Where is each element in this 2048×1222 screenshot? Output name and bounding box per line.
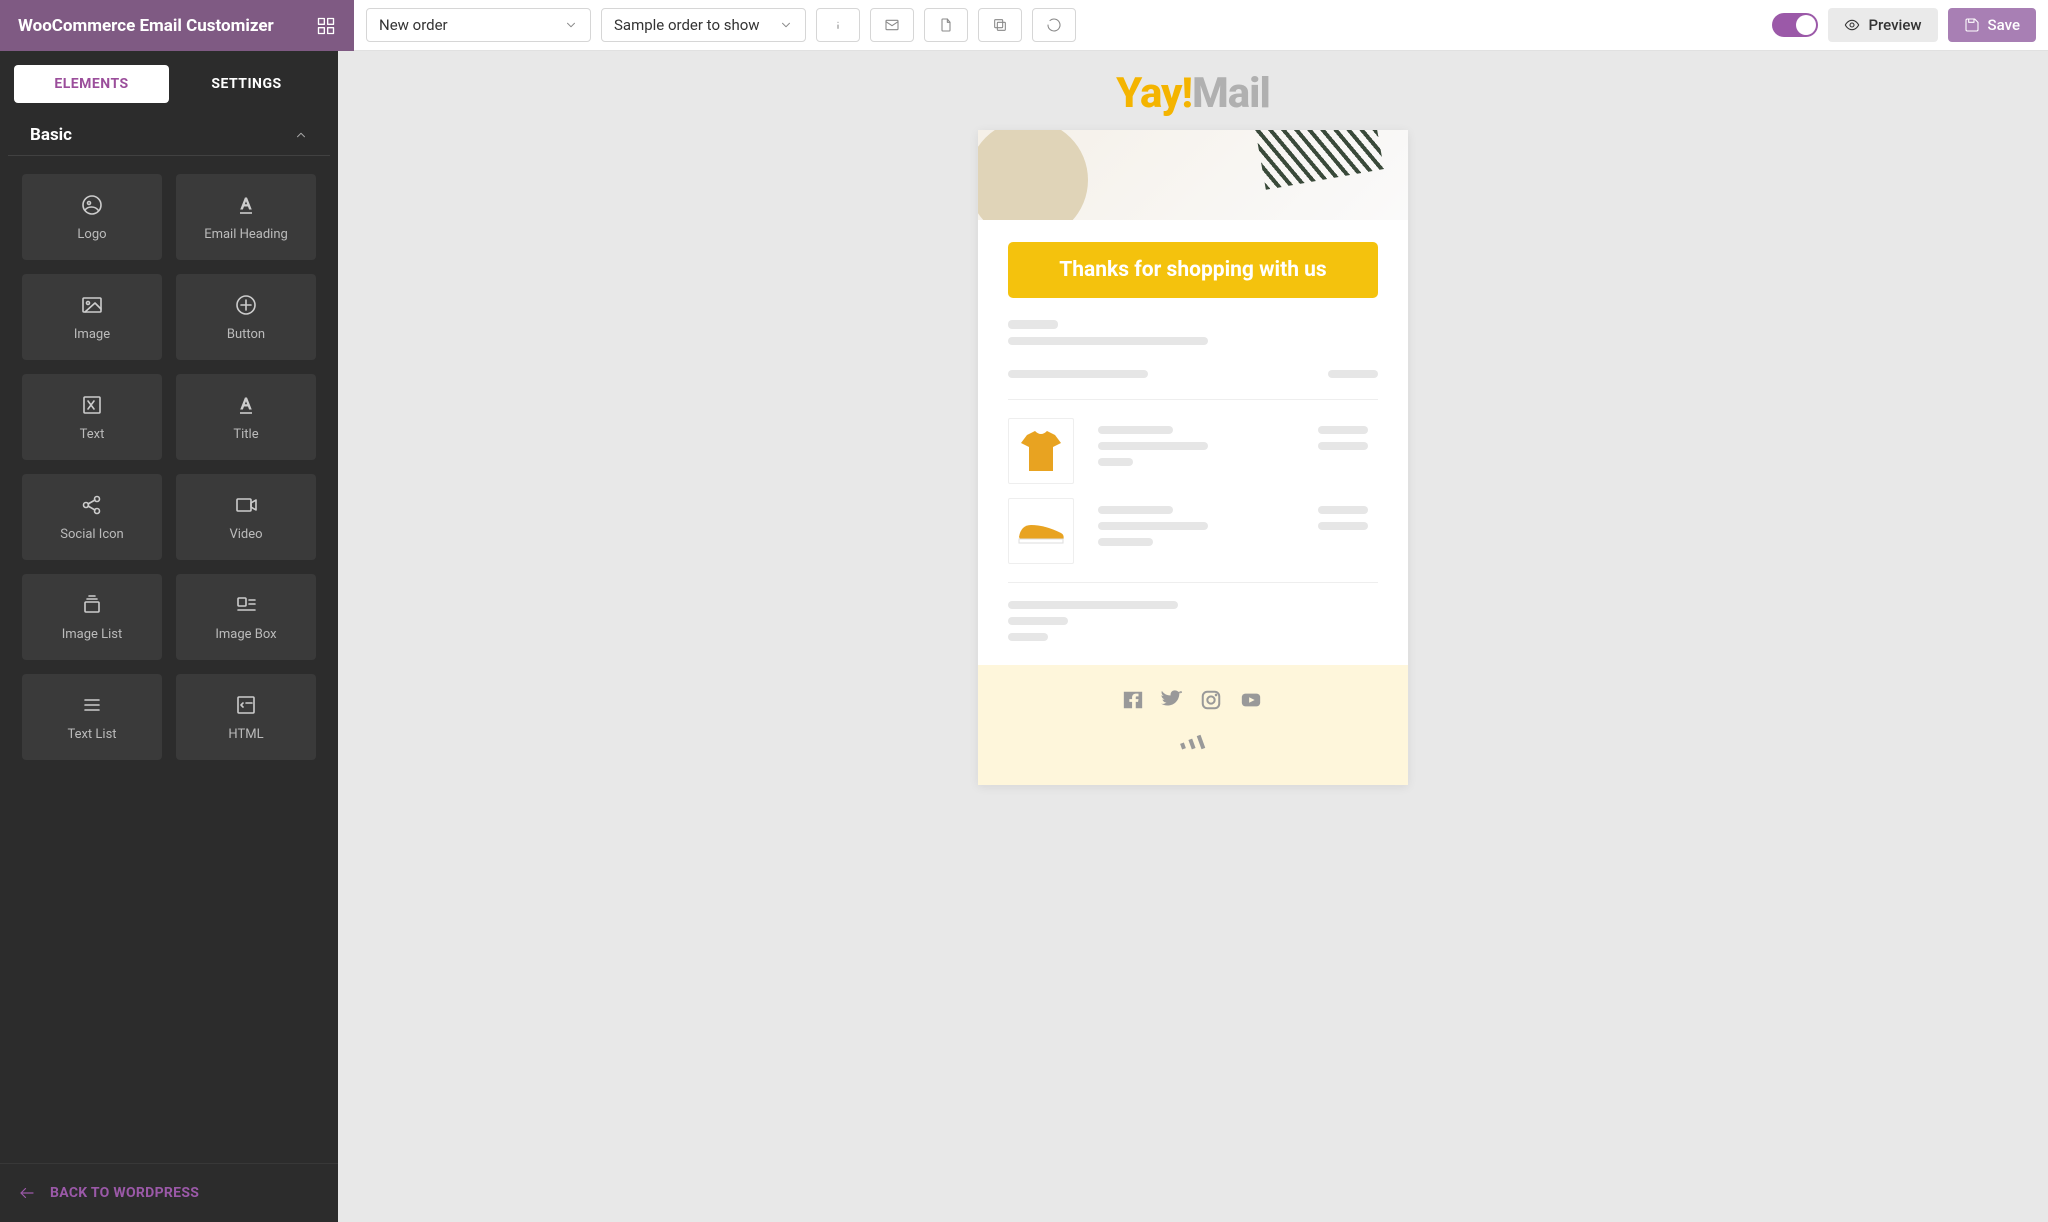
title-icon: A [234,393,258,417]
footer-brand-mark [978,733,1408,755]
svg-text:A: A [241,394,252,413]
video-icon [234,493,258,517]
info-icon [830,17,846,33]
chevron-up-icon [294,128,308,142]
element-label: Image [74,327,110,342]
logo-icon [80,193,104,217]
twitter-icon [1160,689,1184,715]
image-list-icon [80,593,104,617]
logo-part-mail: Mail [1192,69,1270,118]
element-label: Social Icon [60,527,124,542]
layout-grid-icon[interactable] [310,16,342,36]
element-label: HTML [228,727,263,742]
logo-part-yay: Yay [1116,69,1181,118]
mail-icon [884,17,900,33]
copy-button[interactable] [978,8,1022,42]
tab-elements[interactable]: ELEMENTS [14,65,169,103]
element-html[interactable]: HTML [176,674,316,760]
footer-skeleton [1008,601,1378,641]
intro-skeleton [1008,320,1378,345]
element-image-list[interactable]: Image List [22,574,162,660]
section-basic-header[interactable]: Basic [8,109,330,156]
email-footer [978,665,1408,785]
refresh-icon [1046,17,1062,33]
element-label: Title [233,427,258,442]
email-canvas[interactable]: Yay!Mail Thanks for shopping with us [338,51,2048,1222]
back-to-wordpress-link[interactable]: BACK TO WORDPRESS [0,1163,338,1222]
enable-toggle[interactable] [1772,13,1818,37]
email-logo: Yay!Mail [978,69,1408,118]
button-icon [234,293,258,317]
sample-order-select[interactable]: Sample order to show [601,8,806,42]
code-icon [234,693,258,717]
app-title: WooCommerce Email Customizer [18,16,298,36]
heading-icon: A [234,193,258,217]
sidebar: ELEMENTS SETTINGS Basic Logo A Email Hea… [0,51,338,1222]
save-button-label: Save [1988,16,2020,34]
copy-icon [992,17,1008,33]
element-label: Image Box [215,627,276,642]
instagram-icon [1200,689,1222,715]
share-icon [80,493,104,517]
image-box-icon [234,593,258,617]
svg-text:A: A [241,194,252,213]
product-image-shoe [1008,498,1074,564]
image-icon [80,293,104,317]
element-email-heading[interactable]: A Email Heading [176,174,316,260]
element-label: Image List [62,627,123,642]
tab-settings[interactable]: SETTINGS [169,65,324,103]
element-label: Email Heading [204,227,288,242]
text-list-icon [80,693,104,717]
section-basic-label: Basic [30,125,72,145]
eye-icon [1844,17,1860,33]
sample-order-select-value: Sample order to show [614,16,760,34]
reset-button[interactable] [1032,8,1076,42]
back-to-wordpress-label: BACK TO WORDPRESS [50,1185,199,1201]
product-row [1008,418,1378,484]
element-label: Button [227,327,265,342]
email-card: Thanks for shopping with us [978,130,1408,785]
product-row [1008,498,1378,564]
template-select[interactable]: New order [366,8,591,42]
elements-grid: Logo A Email Heading Image Button Text A… [0,156,338,778]
element-social-icon[interactable]: Social Icon [22,474,162,560]
logo-part-bang: ! [1182,69,1192,118]
element-text-list[interactable]: Text List [22,674,162,760]
element-title[interactable]: A Title [176,374,316,460]
element-text[interactable]: Text [22,374,162,460]
export-button[interactable] [924,8,968,42]
element-image-box[interactable]: Image Box [176,574,316,660]
save-icon [1964,17,1980,33]
element-video[interactable]: Video [176,474,316,560]
chevron-down-icon [779,18,793,32]
save-button[interactable]: Save [1948,8,2036,42]
preview-button[interactable]: Preview [1828,8,1937,42]
element-button[interactable]: Button [176,274,316,360]
element-label: Logo [77,227,106,242]
youtube-icon [1238,689,1264,715]
element-image[interactable]: Image [22,274,162,360]
info-button[interactable] [816,8,860,42]
arrow-left-icon [18,1184,36,1202]
preview-button-label: Preview [1868,16,1921,34]
template-select-value: New order [379,16,448,34]
element-label: Video [229,527,262,542]
thanks-banner: Thanks for shopping with us [1008,242,1378,298]
chevron-down-icon [564,18,578,32]
send-test-email-button[interactable] [870,8,914,42]
product-image-tshirt [1008,418,1074,484]
text-icon [80,393,104,417]
element-label: Text List [67,727,116,742]
facebook-icon [1122,689,1144,715]
element-label: Text [80,427,105,442]
element-logo[interactable]: Logo [22,174,162,260]
hero-image [978,130,1408,220]
file-icon [938,17,954,33]
